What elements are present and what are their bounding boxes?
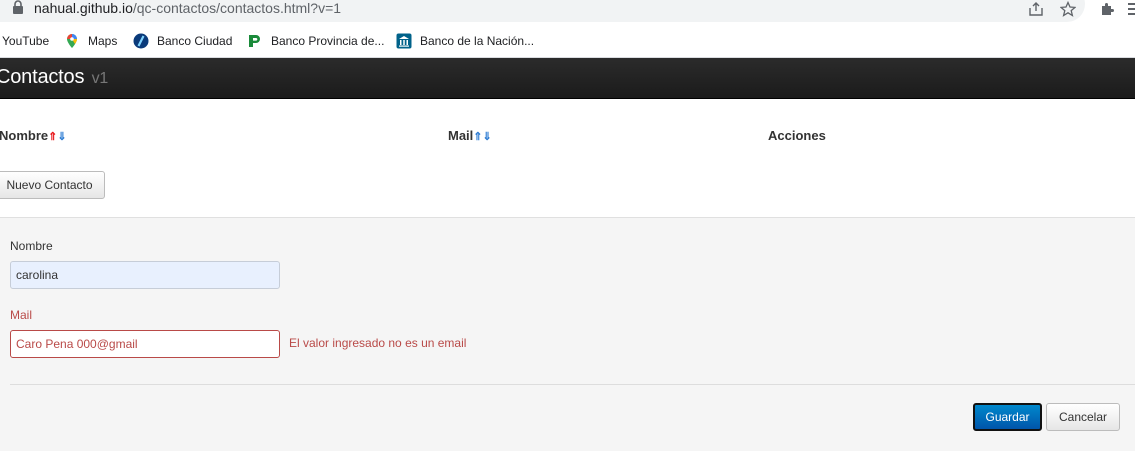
url-text[interactable]: nahual.github.io/qc-contactos/contactos.… [34, 0, 341, 16]
sort-desc-icon[interactable]: ⇓ [483, 131, 492, 143]
cancel-button[interactable]: Cancelar [1046, 403, 1120, 431]
app-title: Contactos [0, 66, 85, 88]
bookmark-label: Banco de la Nación... [420, 34, 535, 48]
bookmarks-bar: YouTube Maps Banco Ciudad Banco Provinci… [0, 24, 1135, 58]
browser-address-row: nahual.github.io/qc-contactos/contactos.… [0, 0, 1135, 24]
mail-label: Mail [10, 308, 33, 322]
column-header-mail: Mail⇑⇓ [448, 128, 492, 143]
bookmark-banco-provincia[interactable]: Banco Provincia de... [247, 32, 384, 50]
star-icon[interactable] [1059, 0, 1077, 18]
column-header-acciones: Acciones [768, 128, 826, 143]
bookmark-banco-nacion[interactable]: Banco de la Nación... [396, 32, 534, 50]
save-button[interactable]: Guardar [973, 403, 1042, 431]
menu-icon[interactable] [1126, 0, 1135, 18]
sort-asc-icon[interactable]: ⇑ [473, 131, 482, 143]
bookmark-label: Banco Ciudad [157, 34, 233, 48]
sort-asc-icon[interactable]: ⇑ [48, 131, 57, 143]
column-label: Nombre [0, 128, 49, 143]
bookmark-banco-ciudad[interactable]: Banco Ciudad [133, 32, 232, 50]
new-contact-button[interactable]: Nuevo Contacto [0, 171, 105, 199]
sort-desc-icon[interactable]: ⇓ [57, 131, 66, 143]
banco-nacion-icon [396, 33, 412, 49]
extensions-icon[interactable] [1098, 0, 1116, 18]
bookmark-label: YouTube [2, 34, 50, 48]
column-header-nombre: Nombre⇑⇓ [0, 128, 67, 143]
app-version: v1 [91, 70, 109, 87]
maps-pin-icon [64, 33, 80, 49]
column-label: Acciones [768, 128, 826, 143]
mail-input[interactable]: Caro Pena 000@gmail [10, 330, 280, 358]
app-brand[interactable]: Contactos v1 [0, 66, 108, 89]
column-label: Mail [448, 128, 474, 143]
form-divider [10, 384, 1135, 385]
banco-provincia-icon [247, 33, 263, 49]
mail-error-message: El valor ingresado no es un email [289, 336, 467, 350]
url-host: nahual.github.io [34, 0, 133, 16]
name-input[interactable]: carolina [10, 261, 280, 289]
banco-ciudad-icon [133, 33, 149, 49]
url-path: /qc-contactos/contactos.html?v=1 [132, 0, 342, 16]
bookmark-maps[interactable]: Maps [64, 32, 117, 50]
bookmark-label: Maps [88, 34, 118, 48]
app-navbar: Contactos v1 [0, 58, 1135, 99]
bookmark-label: Banco Provincia de... [271, 34, 385, 48]
bookmark-youtube[interactable]: YouTube [2, 32, 49, 50]
name-label: Nombre [10, 239, 53, 253]
lock-icon[interactable] [12, 0, 24, 14]
contact-form-panel: Nombre carolina Mail Caro Pena 000@gmail… [0, 217, 1135, 451]
share-icon[interactable] [1027, 0, 1045, 18]
